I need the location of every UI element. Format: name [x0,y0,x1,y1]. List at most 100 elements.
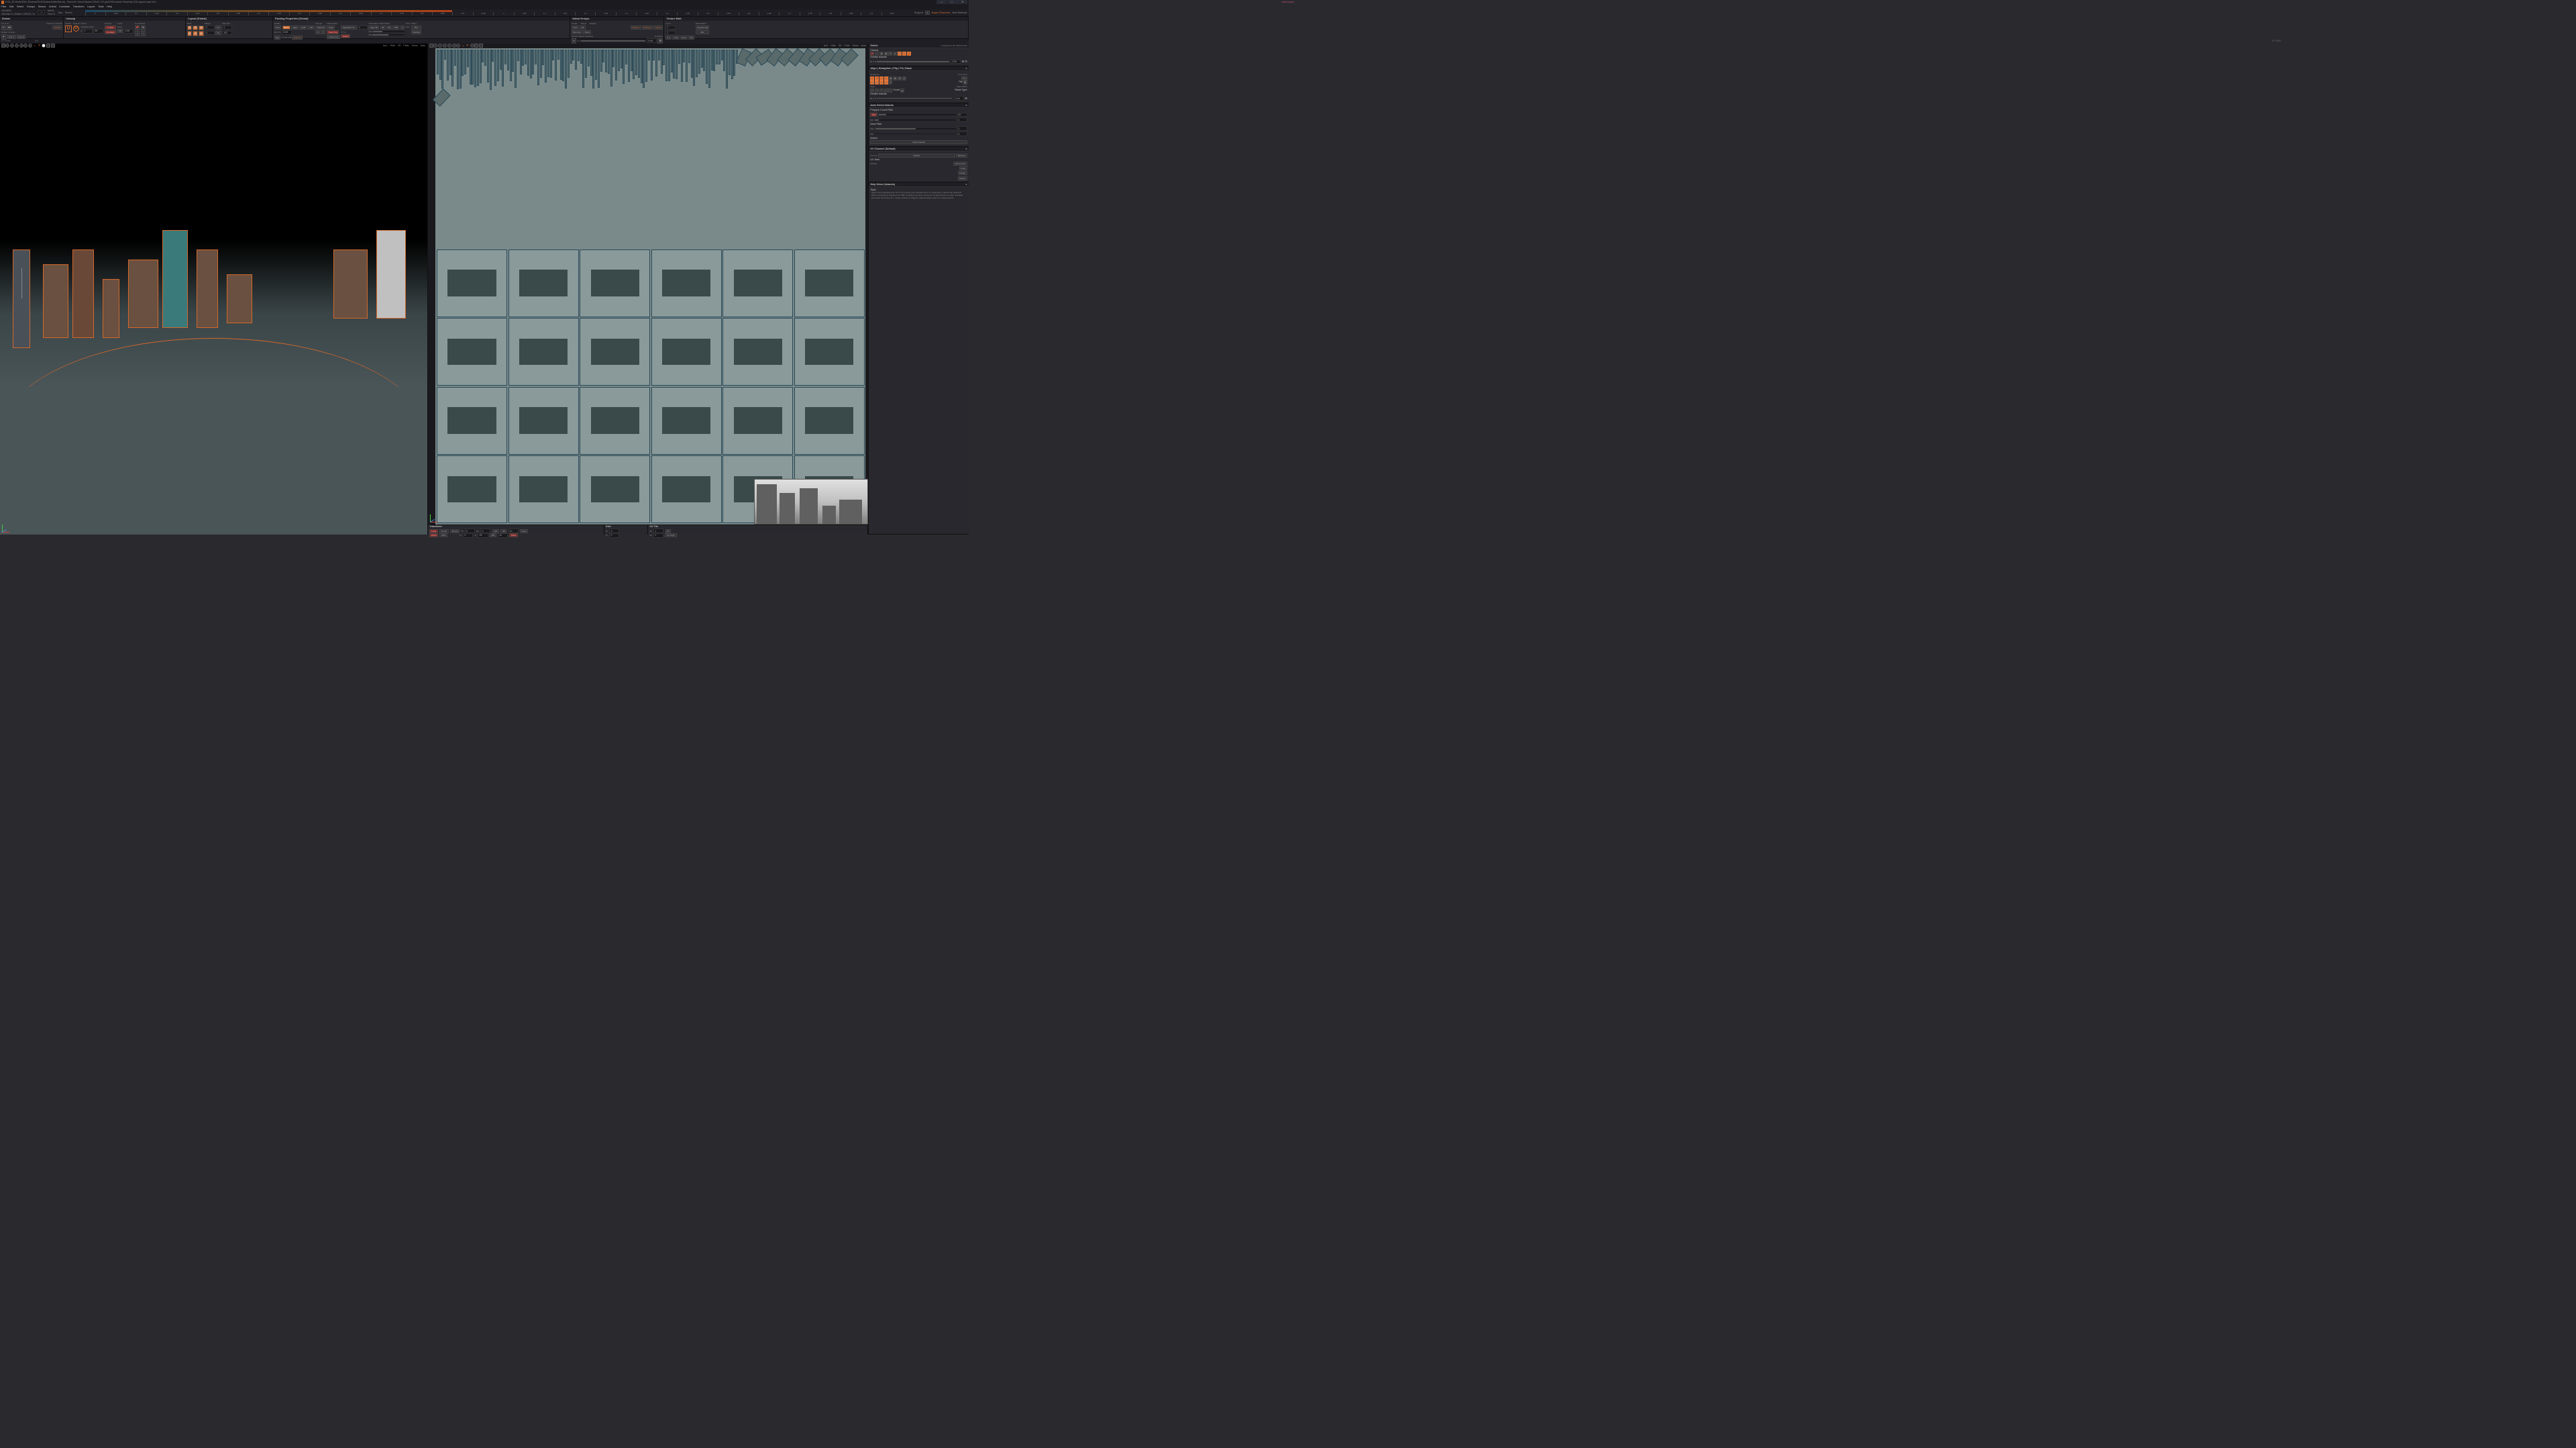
crush-icon[interactable]: ▬ [900,89,904,93]
menu-seams[interactable]: Seams [38,5,46,8]
vu-c1-icon[interactable] [433,44,437,48]
al2-i2-icon[interactable]: ▶ [875,80,879,85]
off-toggle[interactable]: Off [38,10,45,15]
overlaps-btn[interactable]: Overlaps [105,30,116,34]
stack-icon[interactable]: ≡ [572,38,577,44]
al2-i3-icon[interactable]: ▲ [879,80,883,85]
bugs-link[interactable]: Bugs | Requests [932,11,950,14]
scale-input[interactable]: 0.25 [123,29,133,34]
vt-sq2-icon[interactable] [46,44,50,48]
menu-files[interactable]: Files [1,5,7,8]
help-caret-icon[interactable]: ▸ [966,183,967,186]
vt-c2-icon[interactable] [10,44,14,48]
res1-input[interactable]: 1 [222,25,232,30]
sim2-icon[interactable]: ⊞ [962,60,964,63]
pack4-icon[interactable]: ▦ [187,31,193,36]
vu-c6-icon[interactable] [456,44,460,48]
vp3d-flats[interactable]: Flats [403,44,409,47]
maximize-button[interactable]: □ [947,0,957,4]
magic-icon[interactable]: ✦ [1,34,7,40]
vt-plus-icon[interactable]: + [33,44,37,48]
pin-icon[interactable]: 📌 [135,25,140,31]
menu-layout[interactable]: Layout [87,5,95,8]
scene-3d[interactable] [0,44,427,535]
select-islands-btn[interactable]: Select Islands [870,140,967,144]
vu-c5-icon[interactable] [452,44,456,48]
al2-i5-icon[interactable]: ⊞ [888,80,892,85]
sel-i4-icon[interactable]: ⊞ [888,52,892,56]
viewport-3d[interactable]: + ✕ Isol. Hide 3D Flats Show Auto [0,44,428,535]
topo-label[interactable]: Topo [58,11,62,14]
al3-i5-icon[interactable]: ↕ [888,89,892,93]
vu-sq3-icon[interactable] [479,44,483,48]
pack6-icon[interactable]: ▦ [199,31,204,36]
sel-i8-icon[interactable]: ○ [907,52,911,56]
pack5-icon[interactable]: ▦ [193,31,198,36]
close-button[interactable]: ✕ [957,0,967,4]
minimize-button[interactable]: — [936,0,947,4]
al-i8-icon[interactable]: ▥ [902,76,906,80]
sim-icon[interactable]: ≡ [870,60,871,63]
menu-transform[interactable]: Transform [73,5,85,8]
liveu-btn[interactable]: Live U [7,35,16,39]
vt-c3-icon[interactable] [15,44,19,48]
vt-dot-icon[interactable] [42,44,46,48]
vt-c5-icon[interactable] [23,44,28,48]
menu-unfold[interactable]: Unfold [49,5,56,8]
uvch-caret-icon[interactable]: ▸ [966,148,967,150]
vp3d-auto[interactable]: Auto [420,44,425,47]
menu-groups[interactable]: Groups [27,5,35,8]
menu-edit[interactable]: Edit [9,5,13,8]
pack2-icon[interactable]: ▦ [193,25,198,31]
matid-label[interactable]: Mat ID [48,9,55,12]
sim3-icon[interactable]: ⊟ [965,60,967,63]
optimize-o-button[interactable]: O [73,25,79,32]
pack1-icon[interactable]: ▦ [187,25,193,31]
vt-c6-icon[interactable] [28,44,32,48]
viewport-uv[interactable]: + ✕ Isol. Hide 3D Flats Show Auto [428,44,869,535]
vp3d-isol[interactable]: Isol. [383,44,388,47]
vu-plus-icon[interactable]: + [461,44,465,48]
tile-icon[interactable]: ▦ [963,80,967,85]
vpuv-flats[interactable]: Flats [844,44,849,47]
menu-constrain[interactable]: Constrain [59,5,70,8]
stretch-label[interactable]: Stretch [65,11,72,14]
al2-i4-icon[interactable]: ▼ [884,80,888,85]
res2-input[interactable]: 102 [222,31,232,36]
vu-c4-icon[interactable] [447,44,451,48]
enable-btn[interactable]: Enable [52,25,62,30]
unpin-icon[interactable]: ⊘ [141,25,146,31]
vpuv-show[interactable]: Show [852,44,858,47]
align-caret-icon[interactable]: ▸ [966,67,967,70]
texeld-label[interactable]: Texel D [48,13,55,15]
vpuv-isol[interactable]: Isol. [824,44,828,47]
menu-select[interactable]: Select [17,5,23,8]
al-i6-icon[interactable]: ▣ [893,76,897,80]
vpuv-hide[interactable]: Hide [830,44,836,47]
preview-thumbnail[interactable] [754,479,869,524]
tiles-count[interactable]: 1 [925,11,930,15]
vp3d-hide[interactable]: Hide [390,44,395,47]
sel-i6-icon[interactable]: ◉ [898,52,902,56]
vpuv-auto[interactable]: Auto [861,44,866,47]
vu-c3-icon[interactable] [443,44,447,48]
sel-i7-icon[interactable]: ◎ [902,52,906,56]
vu-sq2-icon[interactable] [474,44,478,48]
uv-canvas[interactable] [428,44,868,535]
vu-c2-icon[interactable] [438,44,442,48]
flips-btn[interactable]: 1 Flips [105,25,116,30]
sel-i5-icon[interactable]: ◈ [893,52,897,56]
vt-c1-icon[interactable] [5,44,9,48]
vt-sq3-icon[interactable] [51,44,55,48]
sim5-icon[interactable]: ⊞ [965,97,967,100]
iter-input[interactable]: 50 [93,29,103,34]
ov-icon[interactable]: ⊞ [657,38,663,44]
it-input[interactable]: 1 [83,29,93,34]
vp3d-show[interactable]: Show [411,44,417,47]
vu-cross-icon[interactable]: ✕ [466,44,470,48]
c2-icon[interactable]: ↕ [141,31,146,36]
sim4-icon[interactable]: ≡ [870,97,871,100]
new-release-link[interactable]: New Release [952,11,967,14]
c1-icon[interactable]: ↔ [135,31,140,36]
vpuv-3d[interactable]: 3D [839,44,842,47]
